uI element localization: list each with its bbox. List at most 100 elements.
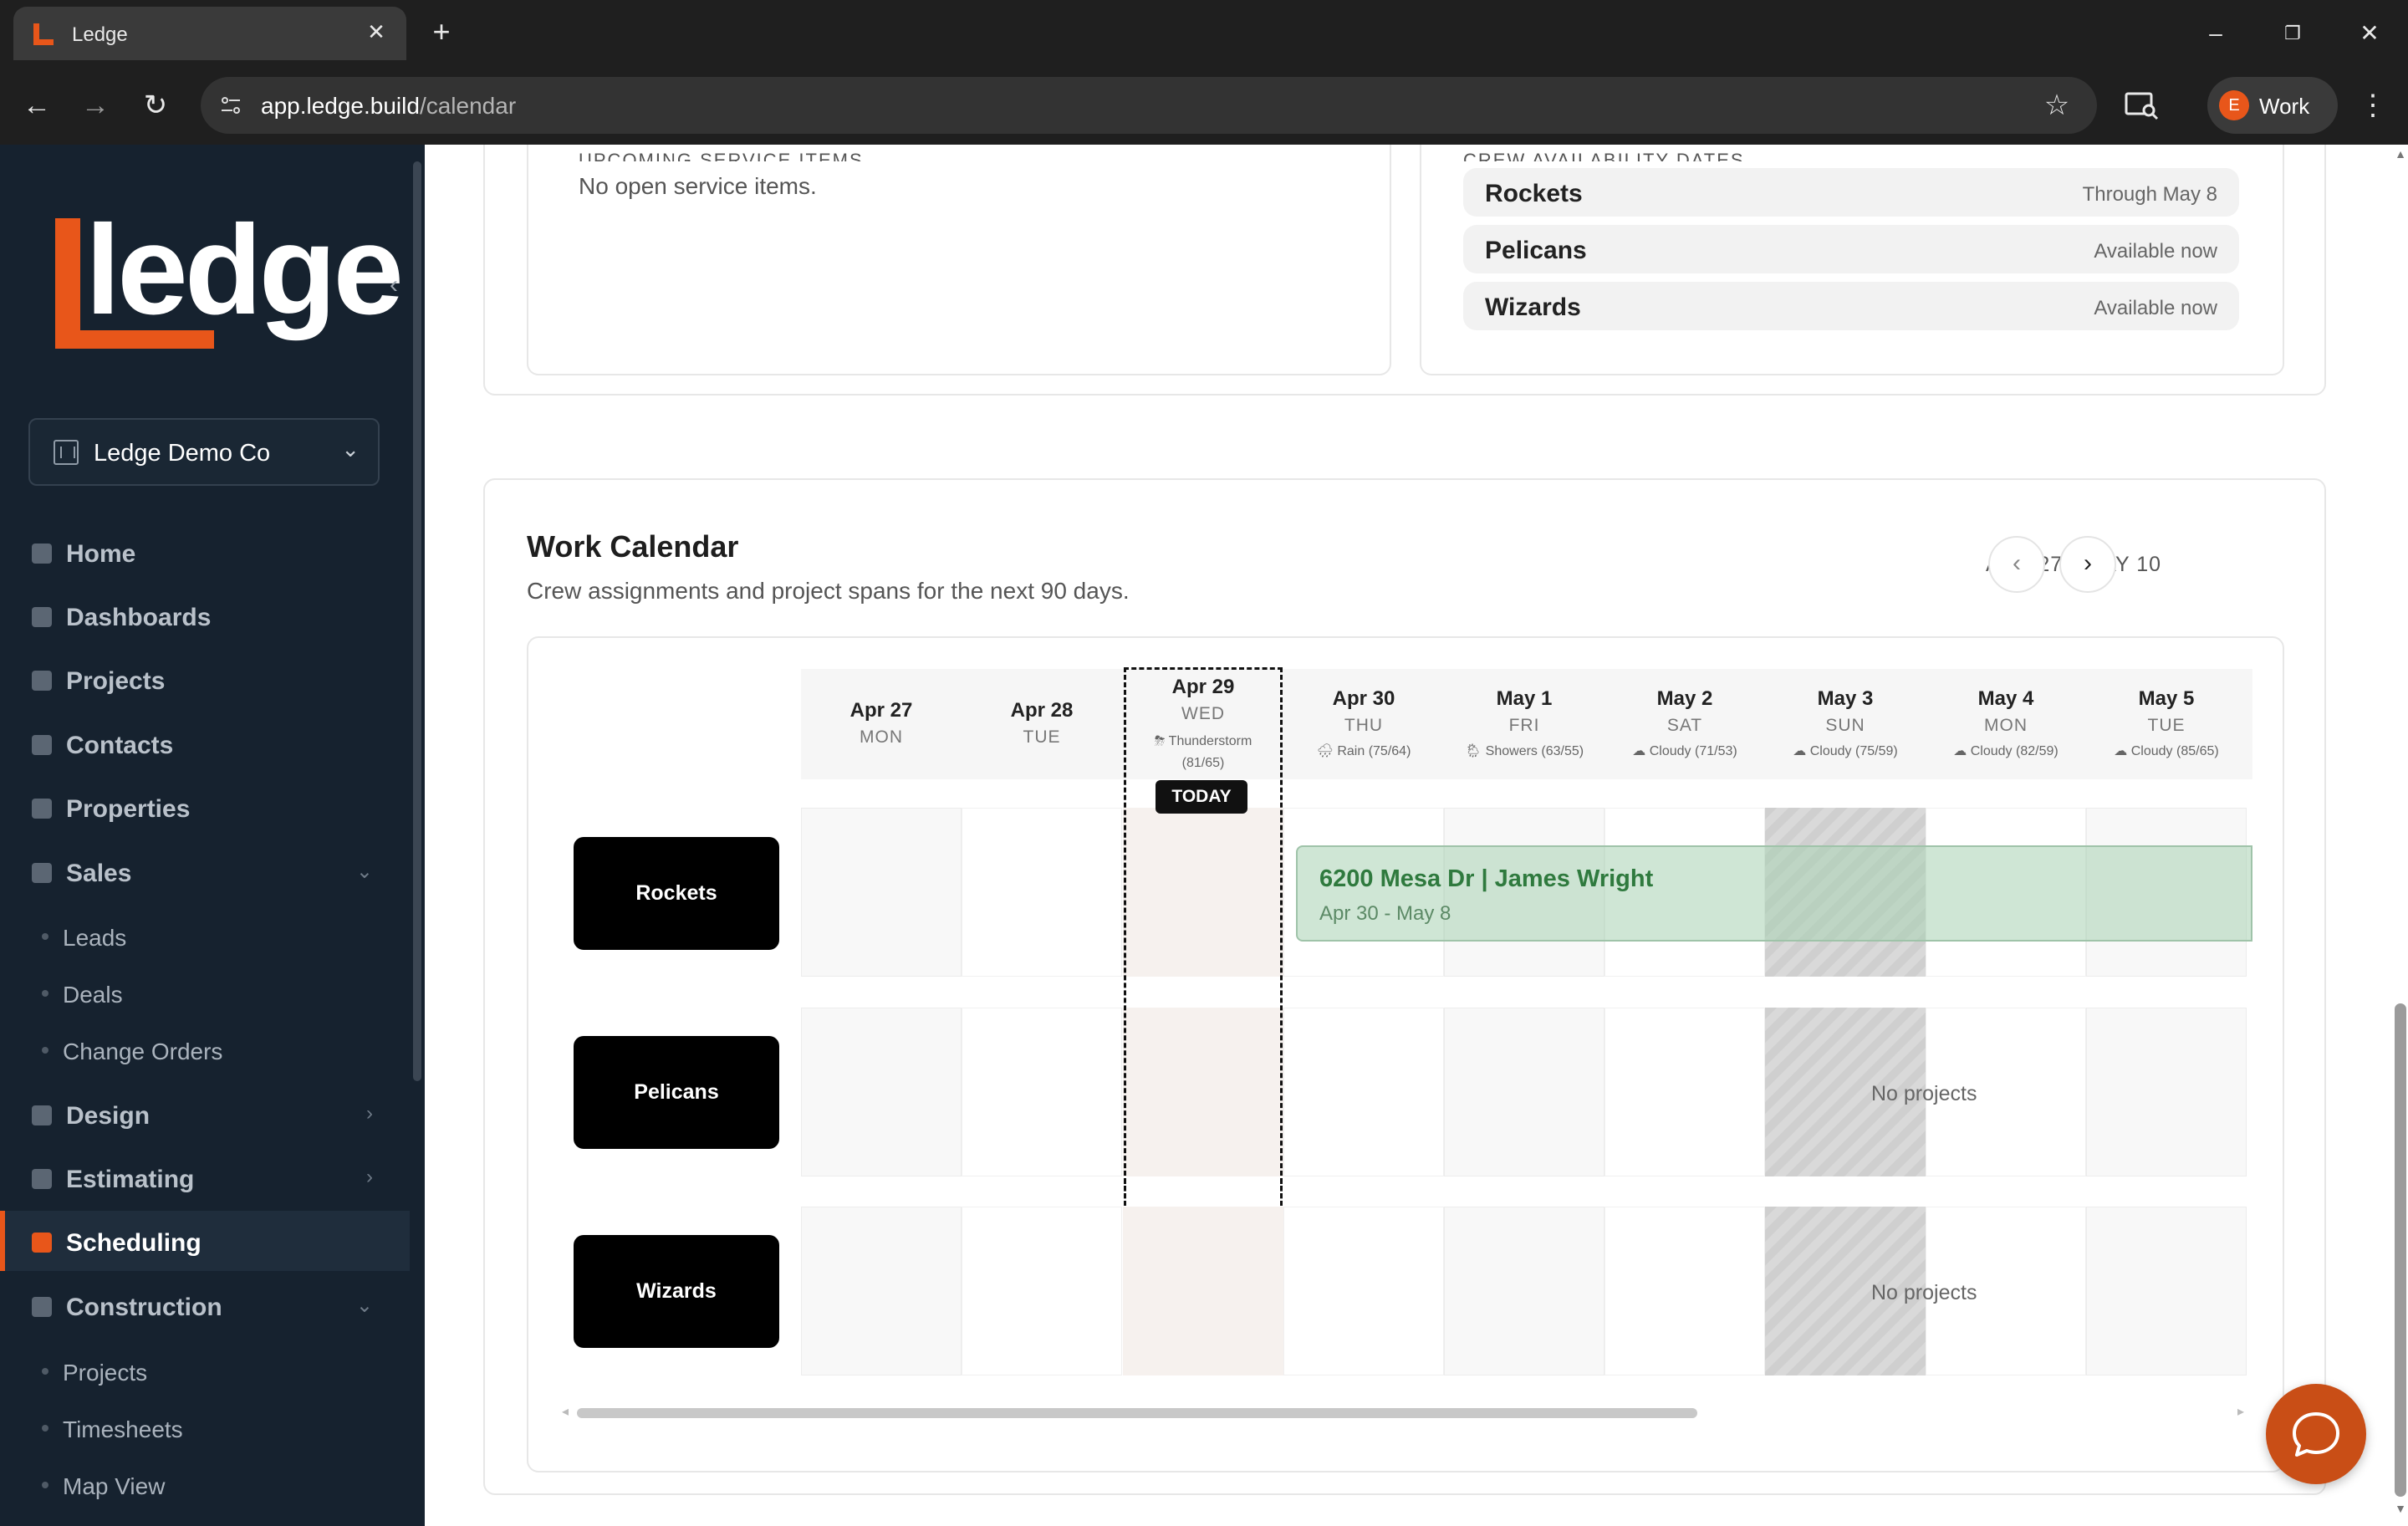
day-date: May 3 xyxy=(1817,687,1874,710)
sidebar-item-construction[interactable]: Construction ⌄ xyxy=(0,1275,410,1335)
calendar-cell[interactable] xyxy=(962,1008,1122,1176)
chat-button[interactable] xyxy=(2266,1384,2366,1484)
calendar-cell[interactable] xyxy=(801,1008,962,1176)
availability-row: Pelicans Available now xyxy=(1463,225,2239,273)
crew-button-rockets[interactable]: Rockets xyxy=(574,837,779,950)
sidebar-subitem-label: Map View xyxy=(63,1473,166,1499)
sidebar-item-label: Projects xyxy=(66,667,166,695)
sidebar-scrollbar[interactable] xyxy=(413,161,421,1081)
day-weekday: MON xyxy=(860,727,903,747)
scroll-left-icon[interactable]: ◂ xyxy=(562,1403,569,1420)
restore-icon[interactable]: ❐ xyxy=(2268,15,2318,52)
bookmark-star-icon[interactable]: ☆ xyxy=(2040,89,2074,122)
company-name: Ledge Demo Co xyxy=(94,440,271,467)
day-date: Apr 28 xyxy=(1010,699,1074,722)
scheduling-icon xyxy=(32,1233,52,1253)
calendar-cell[interactable] xyxy=(1604,1008,1765,1176)
calendar-cell[interactable] xyxy=(2086,1008,2247,1176)
collapse-sidebar-icon[interactable]: ‹ xyxy=(383,270,405,300)
new-tab-icon[interactable]: + xyxy=(425,15,458,48)
sidebar-item-design[interactable]: Design › xyxy=(0,1084,410,1144)
calendar-cell-today[interactable] xyxy=(1123,1207,1283,1375)
chevron-left-icon: ‹ xyxy=(2013,549,2021,577)
profile-button[interactable]: E Work xyxy=(2207,77,2338,134)
day-header: May 5 TUE ☁ Cloudy (85/65) xyxy=(2086,687,2247,796)
availability-crew: Pelicans xyxy=(1485,237,1587,264)
sidebar-item-leads[interactable]: Leads xyxy=(0,911,410,962)
sidebar-item-dashboards[interactable]: Dashboards xyxy=(0,585,410,646)
day-weather: 🌦 Showers (63/55) xyxy=(1464,744,1584,758)
sidebar-item-home[interactable]: Home xyxy=(0,522,410,582)
sidebar-item-change-orders[interactable]: Change Orders xyxy=(0,1025,410,1075)
sidebar-item-construction-projects[interactable]: Projects xyxy=(0,1346,410,1396)
sidebar-item-projects[interactable]: Projects xyxy=(0,649,410,709)
sidebar-item-contacts[interactable]: Contacts xyxy=(0,713,410,773)
tab-search-icon[interactable] xyxy=(2124,89,2161,122)
calendar-cell[interactable] xyxy=(1444,1207,1604,1375)
scroll-down-icon[interactable]: ▼ xyxy=(2393,1502,2408,1518)
address-bar[interactable]: app.ledge.build/calendar ☆ xyxy=(201,77,2097,134)
ledge-favicon-icon xyxy=(33,23,54,45)
scroll-up-icon[interactable]: ▲ xyxy=(2393,147,2408,164)
bullet-icon xyxy=(42,990,48,997)
calendar-cell[interactable] xyxy=(962,1207,1122,1375)
construction-icon xyxy=(32,1297,52,1317)
calendar-cell[interactable] xyxy=(1444,1008,1604,1176)
previous-range-button[interactable]: ‹ xyxy=(1988,536,2045,593)
calendar-cell[interactable] xyxy=(2086,1207,2247,1375)
day-weather: ☁ Cloudy (71/53) xyxy=(1632,744,1737,758)
day-weather: 🌧 Rain (75/64) xyxy=(1316,744,1411,758)
sidebar-subitem-label: Leads xyxy=(63,925,127,951)
url-host: app.ledge.build xyxy=(261,93,420,119)
sidebar-item-scheduling[interactable]: Scheduling xyxy=(0,1211,410,1271)
calendar-cell[interactable] xyxy=(801,808,962,977)
site-info-icon[interactable] xyxy=(217,92,244,119)
sidebar-subitem-label: Deals xyxy=(63,982,123,1008)
next-range-button[interactable]: › xyxy=(2059,536,2116,593)
day-weekday: TUE xyxy=(1023,727,1061,747)
project-title: 6200 Mesa Dr | James Wright xyxy=(1319,865,1654,892)
availability-date: Through May 8 xyxy=(2082,183,2217,206)
today-column-outline xyxy=(1124,667,1283,1206)
crew-button-pelicans[interactable]: Pelicans xyxy=(574,1036,779,1149)
availability-crew: Wizards xyxy=(1485,293,1581,321)
page-scrollbar-thumb[interactable] xyxy=(2395,1003,2406,1497)
sidebar-item-estimating[interactable]: Estimating › xyxy=(0,1147,410,1207)
chevron-right-icon: › xyxy=(366,1166,373,1188)
calendar-cell[interactable] xyxy=(1283,1008,1444,1176)
sidebar-item-label: Dashboards xyxy=(66,604,212,631)
calendar-cell[interactable] xyxy=(1604,1207,1765,1375)
browser-menu-icon[interactable]: ⋮ xyxy=(2356,85,2390,125)
availability-crew: Rockets xyxy=(1485,180,1583,207)
browser-tab[interactable]: Ledge ✕ xyxy=(13,7,406,60)
calendar-cell[interactable] xyxy=(1283,1207,1444,1375)
window-close-icon[interactable]: ✕ xyxy=(2344,15,2395,52)
sidebar-item-sales[interactable]: Sales ⌄ xyxy=(0,841,410,901)
bullet-icon xyxy=(42,1425,48,1432)
bullet-icon xyxy=(42,933,48,940)
company-selector[interactable]: Ledge Demo Co ⌄ xyxy=(28,418,380,486)
profile-label: Work xyxy=(2259,94,2310,119)
sidebar-item-deals[interactable]: Deals xyxy=(0,968,410,1018)
calendar-horizontal-scrollbar[interactable] xyxy=(577,1408,1697,1418)
close-icon[interactable]: ✕ xyxy=(361,17,391,47)
day-date: May 5 xyxy=(2138,687,2195,710)
forward-icon[interactable]: → xyxy=(75,85,115,125)
day-weather: ☁ Cloudy (75/59) xyxy=(1793,744,1898,758)
bullet-icon xyxy=(42,1368,48,1375)
sidebar-item-map-view[interactable]: Map View xyxy=(0,1460,410,1510)
back-icon[interactable]: ← xyxy=(17,85,57,125)
day-weather: ☁ Cloudy (82/59) xyxy=(1953,744,2059,758)
calendar-cell[interactable] xyxy=(801,1207,962,1375)
sidebar-item-label: Estimating xyxy=(66,1166,195,1193)
sidebar-item-label: Design xyxy=(66,1102,150,1130)
scroll-right-icon[interactable]: ▸ xyxy=(2237,1403,2244,1420)
chevron-right-icon: › xyxy=(366,1102,373,1125)
project-span-bar[interactable]: 6200 Mesa Dr | James Wright Apr 30 - May… xyxy=(1296,845,2252,942)
reload-icon[interactable]: ↻ xyxy=(135,85,176,125)
crew-button-wizards[interactable]: Wizards xyxy=(574,1235,779,1348)
sidebar-item-properties[interactable]: Properties xyxy=(0,777,410,837)
sidebar-item-timesheets[interactable]: Timesheets xyxy=(0,1403,410,1453)
calendar-cell[interactable] xyxy=(962,808,1122,977)
minimize-icon[interactable]: – xyxy=(2191,15,2241,52)
